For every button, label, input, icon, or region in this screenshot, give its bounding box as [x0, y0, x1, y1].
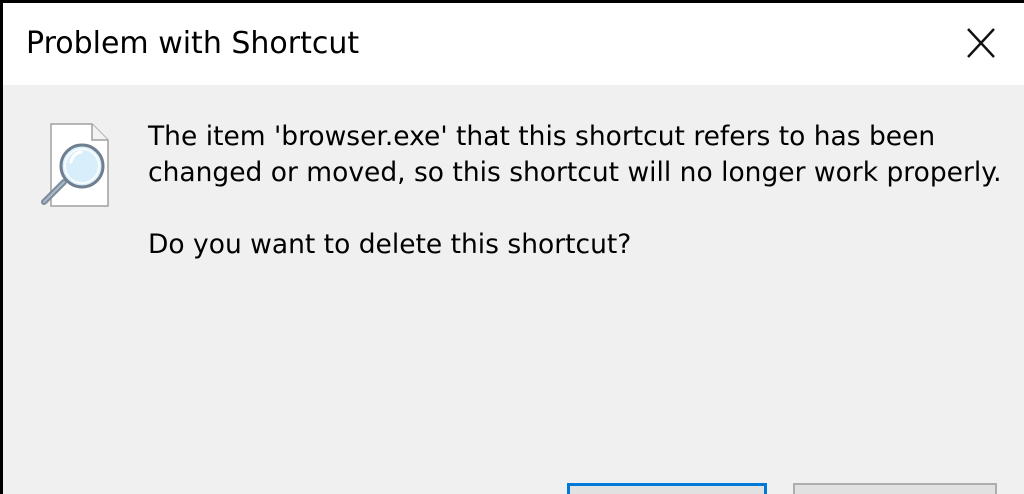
dialog-body: The item 'browser.exe' that this shortcu…: [3, 85, 1024, 494]
message-text: The item 'browser.exe' that this shortcu…: [148, 119, 1018, 191]
close-button[interactable]: [936, 3, 1024, 85]
message-line-1: The item 'browser.exe' that this shortcu…: [148, 121, 936, 152]
title-bar: Problem with Shortcut: [3, 3, 1024, 85]
question-text: Do you want to delete this shortcut?: [148, 229, 632, 260]
no-button[interactable]: [793, 483, 997, 494]
yes-button[interactable]: [567, 483, 767, 494]
close-icon: [967, 28, 995, 58]
problem-with-shortcut-dialog: Problem with Shortcut The item 'browser.…: [0, 0, 1024, 494]
message-line-2: changed or moved, so this shortcut will …: [148, 157, 1002, 188]
document-search-icon: [36, 118, 116, 216]
dialog-title: Problem with Shortcut: [26, 26, 360, 61]
